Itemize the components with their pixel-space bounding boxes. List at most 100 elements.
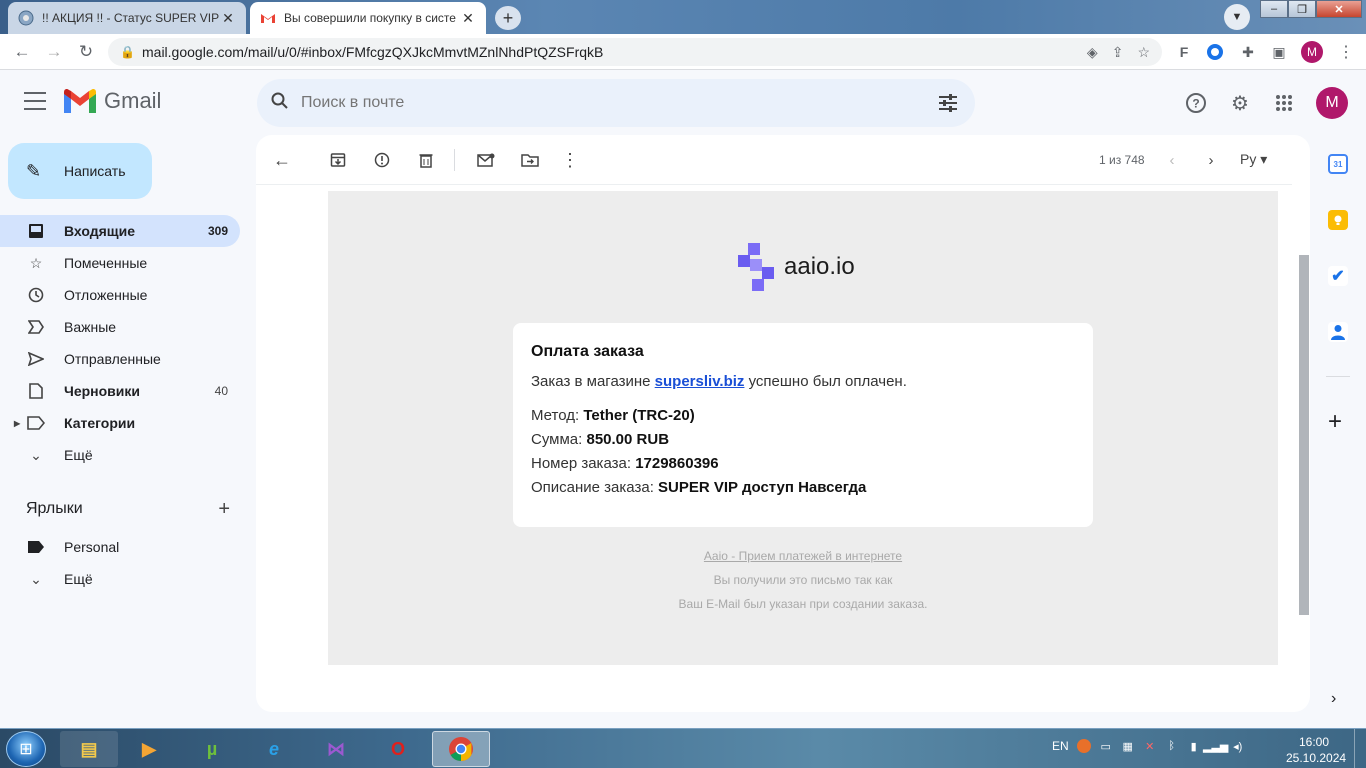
internet-explorer-icon[interactable]: e [245, 731, 303, 767]
create-label-icon[interactable]: + [218, 498, 230, 521]
bookmark-star-icon[interactable]: ☆ [1137, 44, 1150, 61]
detail-row-order-number: Номер заказа: 1729860396 [531, 455, 719, 472]
bluetooth-tray-icon[interactable]: ᛒ [1165, 739, 1179, 753]
extension-vpn-icon[interactable] [1205, 42, 1225, 62]
forward-icon[interactable]: → [44, 42, 64, 62]
avast-tray-icon[interactable] [1076, 739, 1091, 753]
payment-card: Оплата заказа Заказ в магазине supersliv… [513, 323, 1093, 527]
nav-item-categories[interactable]: ▶ Категории [0, 407, 240, 439]
settings-gear-icon[interactable]: ⚙ [1229, 92, 1251, 115]
search-input[interactable] [301, 94, 901, 112]
nav-item-sent[interactable]: Отправленные [0, 343, 240, 375]
keep-icon[interactable] [1328, 210, 1348, 230]
nav-label: Ещё [64, 447, 93, 463]
show-desktop-button[interactable] [1354, 729, 1366, 768]
search-bar[interactable] [257, 79, 975, 127]
nav-label: Входящие [64, 223, 135, 239]
nav-item-drafts[interactable]: Черновики 40 [0, 375, 240, 407]
drafts-count: 40 [214, 384, 228, 398]
footer-link[interactable]: Aaio - Прием платежей в интернете [704, 549, 902, 563]
footer-line-2: Ваш E-Mail был указан при создании заказ… [678, 597, 928, 611]
nav-item-inbox[interactable]: Входящие 309 [0, 215, 240, 247]
account-avatar[interactable]: M [1316, 87, 1348, 119]
extensions-puzzle-icon[interactable]: ✚ [1238, 42, 1258, 62]
volume-tray-icon[interactable]: ◂) [1231, 739, 1245, 753]
move-to-icon[interactable] [519, 149, 541, 171]
older-chevron-right-icon[interactable]: › [1200, 149, 1222, 171]
start-button[interactable]: ⊞ [6, 731, 46, 767]
usb-tray-icon[interactable]: ▮ [1187, 739, 1201, 753]
gmail-logo[interactable]: Gmail [64, 88, 161, 114]
input-tools-label: Ру [1240, 151, 1257, 167]
network-monitor-tray-icon[interactable]: ▦ [1121, 739, 1135, 753]
close-window-button[interactable]: ✕ [1316, 0, 1362, 18]
newer-chevron-left-icon[interactable]: ‹ [1161, 149, 1183, 171]
share-icon[interactable]: ⇪ [1112, 44, 1124, 61]
back-to-inbox-icon[interactable]: ← [271, 149, 293, 171]
signal-tray-icon[interactable]: ▂▃▅ [1203, 739, 1228, 753]
security-tray-icon[interactable]: ✕ [1143, 739, 1157, 753]
main-menu-icon[interactable] [24, 92, 46, 110]
store-link[interactable]: supersliv.biz [655, 373, 745, 390]
browser-menu-icon[interactable]: ⋮ [1336, 42, 1356, 62]
help-icon[interactable]: ? [1185, 92, 1207, 114]
nav-item-snoozed[interactable]: Отложенные [0, 279, 240, 311]
detail-row-method: Метод: Tether (TRC-20) [531, 407, 695, 424]
display-tray-icon[interactable]: ▭ [1099, 739, 1113, 753]
explorer-icon[interactable]: ▤ [60, 731, 118, 767]
close-tab-icon[interactable]: ✕ [460, 10, 476, 27]
google-apps-icon[interactable] [1273, 92, 1295, 114]
view-site-info-icon[interactable]: ◈ [1087, 44, 1098, 61]
opera-icon[interactable]: O [369, 731, 427, 767]
nav-item-more[interactable]: ⌄ Ещё [0, 439, 240, 471]
detail-row-amount: Сумма: 850.00 RUB [531, 431, 670, 448]
get-addons-icon[interactable]: + [1328, 408, 1342, 436]
expand-caret-icon[interactable]: ▶ [14, 419, 20, 428]
nav-item-important[interactable]: Важные [0, 311, 240, 343]
lock-icon: 🔒 [120, 45, 135, 59]
tab-search-button[interactable]: ▼ [1224, 4, 1250, 30]
media-player-icon[interactable]: ▶ [120, 731, 178, 767]
browser-profile-avatar[interactable]: M [1301, 41, 1323, 63]
side-panel-icon[interactable]: ▣ [1269, 42, 1289, 62]
label-item-personal[interactable]: Personal [0, 531, 240, 563]
browser-tab[interactable]: !! АКЦИЯ !! - Статус SUPER VIP с ✕ [8, 2, 246, 34]
input-tools-button[interactable]: Ру ▾ [1240, 151, 1267, 168]
maximize-button[interactable]: ❐ [1288, 0, 1316, 18]
visual-studio-icon[interactable]: ⋈ [307, 731, 365, 767]
important-icon [26, 317, 46, 337]
clock-icon [26, 285, 46, 305]
mark-unread-icon[interactable] [475, 149, 497, 171]
delete-icon[interactable] [415, 149, 437, 171]
extension-f-icon[interactable]: F [1174, 42, 1194, 62]
minimize-button[interactable]: – [1260, 0, 1288, 18]
report-spam-icon[interactable] [371, 149, 393, 171]
chrome-icon[interactable] [432, 731, 490, 767]
browser-tab-active[interactable]: Вы совершили покупку в систе ✕ [250, 2, 486, 34]
new-tab-button[interactable]: + [495, 6, 521, 30]
nav-item-starred[interactable]: ☆ Помеченные [0, 247, 240, 279]
mail-nav: Входящие 309 ☆ Помеченные Отложенные Важ… [0, 215, 256, 471]
address-bar[interactable]: 🔒 mail.google.com/mail/u/0/#inbox/FMfcgz… [108, 38, 1162, 66]
tasks-icon[interactable]: ✔ [1328, 266, 1348, 286]
calendar-icon[interactable]: 31 [1328, 154, 1348, 174]
message-toolbar: ← ⋮ 1 из 748 ‹ › Ру ▾ [256, 135, 1292, 185]
back-icon[interactable]: ← [12, 42, 32, 62]
scrollbar-thumb[interactable] [1299, 255, 1309, 615]
input-language[interactable]: EN [1052, 739, 1069, 753]
svg-text:?: ? [1192, 97, 1199, 111]
search-icon[interactable] [271, 92, 295, 115]
toolbar-divider [454, 149, 455, 171]
search-options-icon[interactable] [937, 92, 959, 114]
archive-icon[interactable] [327, 149, 349, 171]
more-options-icon[interactable]: ⋮ [559, 149, 581, 171]
close-tab-icon[interactable]: ✕ [220, 10, 236, 27]
hide-side-panel-icon[interactable]: › [1331, 690, 1336, 708]
clock-date: 25.10.2024 [1286, 751, 1347, 765]
contacts-icon[interactable] [1328, 322, 1348, 342]
labels-more[interactable]: ⌄ Ещё [0, 563, 240, 595]
compose-button[interactable]: ✎ Написать [8, 143, 152, 199]
reload-icon[interactable]: ↻ [76, 42, 96, 62]
system-clock[interactable]: 16:00 25.10.2024 [1286, 734, 1347, 766]
utorrent-icon[interactable]: µ [183, 731, 241, 767]
